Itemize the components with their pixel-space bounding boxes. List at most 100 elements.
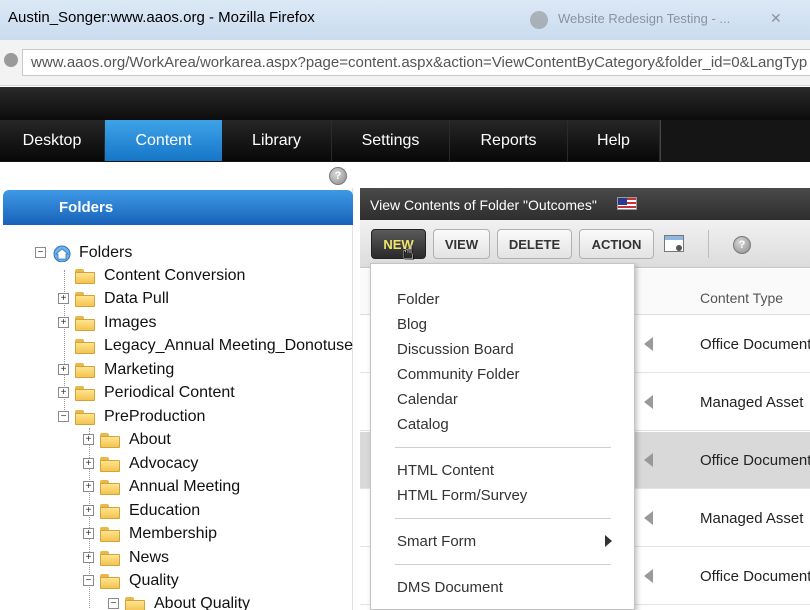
tree-item-label: Images xyxy=(104,314,157,331)
folder-icon xyxy=(100,433,120,448)
row-arrow-icon[interactable] xyxy=(644,337,653,351)
us-flag-icon xyxy=(617,197,637,210)
collapse-icon[interactable]: − xyxy=(83,575,94,586)
expand-icon[interactable]: + xyxy=(83,434,94,445)
tree-item-advocacy[interactable]: + Advocacy xyxy=(83,455,348,475)
row-content-type: Office Document xyxy=(700,452,810,469)
row-arrow-icon[interactable] xyxy=(644,395,653,409)
tab-favicon-icon xyxy=(530,11,548,29)
row-arrow-icon[interactable] xyxy=(644,453,653,467)
background-browser-tab[interactable]: Website Redesign Testing - ... ✕ xyxy=(530,10,810,32)
action-button-label: ACTION xyxy=(591,236,642,252)
address-bar: www.aaos.org/WorkArea/workarea.aspx?page… xyxy=(0,40,810,86)
folder-icon xyxy=(75,316,95,331)
menu-item-calendar[interactable]: Calendar xyxy=(397,391,458,408)
site-identity-icon[interactable] xyxy=(4,53,18,67)
folder-icon xyxy=(75,386,95,401)
view-button-label: VIEW xyxy=(444,236,479,252)
tree-item-preproduction[interactable]: − PreProduction xyxy=(58,408,348,428)
tree-item-label: Legacy_Annual Meeting_Donotuse xyxy=(104,337,353,354)
expand-icon[interactable]: + xyxy=(58,387,69,398)
close-tab-icon[interactable]: ✕ xyxy=(770,10,782,27)
tree-item-label: Education xyxy=(129,502,201,519)
tree-item-label: PreProduction xyxy=(104,408,206,425)
expand-icon[interactable]: + xyxy=(83,552,94,563)
tree-item-annual-meeting[interactable]: + Annual Meeting xyxy=(83,478,348,498)
expand-icon[interactable]: + xyxy=(58,293,69,304)
home-folder-icon xyxy=(53,245,71,262)
tree-item-content-conversion[interactable]: Content Conversion xyxy=(58,267,348,287)
tab-desktop[interactable]: Desktop xyxy=(0,120,105,161)
expand-icon[interactable]: + xyxy=(83,481,94,492)
tree-item-membership[interactable]: + Membership xyxy=(83,525,348,545)
tab-settings[interactable]: Settings xyxy=(332,120,450,161)
menu-item-html-form-survey[interactable]: HTML Form/Survey xyxy=(397,487,527,504)
menu-item-smart-form[interactable]: Smart Form xyxy=(397,533,476,550)
action-button[interactable]: ACTION xyxy=(579,229,654,259)
menu-item-catalog[interactable]: Catalog xyxy=(397,416,449,433)
row-arrow-icon[interactable] xyxy=(644,569,653,583)
tab-help-label: Help xyxy=(597,131,630,149)
tree-item-education[interactable]: + Education xyxy=(83,502,348,522)
menu-item-discussion-board[interactable]: Discussion Board xyxy=(397,341,514,358)
folder-icon xyxy=(75,339,95,354)
row-content-type: Office Document xyxy=(700,336,810,353)
tree-item-legacy-annual-meeting[interactable]: Legacy_Annual Meeting_Donotuse xyxy=(58,337,353,357)
folder-icon xyxy=(100,504,120,519)
menu-item-community-folder[interactable]: Community Folder xyxy=(397,366,520,383)
expand-icon[interactable]: + xyxy=(83,458,94,469)
tree-item-about[interactable]: + About xyxy=(83,431,348,451)
tree-item-news[interactable]: + News xyxy=(83,549,348,569)
tab-library[interactable]: Library xyxy=(222,120,332,161)
tree-item-marketing[interactable]: + Marketing xyxy=(58,361,348,381)
folder-icon xyxy=(75,269,95,284)
tree-root-folders[interactable]: − Folders xyxy=(35,244,235,264)
menu-item-blog[interactable]: Blog xyxy=(397,316,427,333)
help-icon[interactable]: ? xyxy=(329,167,347,185)
topnav-header-strip xyxy=(0,87,810,120)
tree-item-label: Content Conversion xyxy=(104,267,246,284)
expand-icon[interactable]: + xyxy=(58,364,69,375)
tree-item-data-pull[interactable]: + Data Pull xyxy=(58,290,348,310)
expand-icon[interactable]: + xyxy=(83,528,94,539)
collapse-icon[interactable]: − xyxy=(35,247,46,258)
new-button[interactable]: NEW xyxy=(371,229,426,259)
tab-content[interactable]: Content xyxy=(105,120,222,161)
window-titlebar: Austin_Songer:www.aaos.org - Mozilla Fir… xyxy=(0,0,810,40)
tab-help[interactable]: Help xyxy=(568,120,660,161)
collapse-icon[interactable]: − xyxy=(108,598,119,609)
tree-root-label: Folders xyxy=(79,244,133,261)
folder-icon xyxy=(100,480,120,495)
tab-settings-label: Settings xyxy=(361,131,420,149)
delete-button[interactable]: DELETE xyxy=(497,229,572,259)
tab-content-label: Content xyxy=(135,131,192,149)
tree-item-label: Quality xyxy=(129,572,179,589)
url-input[interactable]: www.aaos.org/WorkArea/workarea.aspx?page… xyxy=(22,49,810,76)
tree-item-about-quality[interactable]: − About Quality xyxy=(108,595,348,610)
row-content-type: Managed Asset xyxy=(700,510,804,527)
content-view-title: View Contents of Folder "Outcomes" xyxy=(370,197,597,213)
collapse-icon[interactable]: − xyxy=(58,411,69,422)
tree-item-quality[interactable]: − Quality xyxy=(83,572,348,592)
topnav-end-divider xyxy=(660,120,661,161)
tab-desktop-label: Desktop xyxy=(22,131,82,149)
menu-item-folder[interactable]: Folder xyxy=(397,291,440,308)
tree-item-label: Marketing xyxy=(104,361,175,378)
menu-item-dms-document[interactable]: DMS Document xyxy=(397,579,503,596)
tab-reports[interactable]: Reports xyxy=(450,120,568,161)
folder-icon xyxy=(75,363,95,378)
column-content-type[interactable]: Content Type xyxy=(700,290,783,306)
expand-icon[interactable]: + xyxy=(58,317,69,328)
view-button[interactable]: VIEW xyxy=(433,229,490,259)
folder-icon xyxy=(100,551,120,566)
expand-icon[interactable]: + xyxy=(83,505,94,516)
row-arrow-icon[interactable] xyxy=(644,511,653,525)
tab-library-label: Library xyxy=(252,131,301,149)
tree-item-images[interactable]: + Images xyxy=(58,314,348,334)
tab-reports-label: Reports xyxy=(480,131,537,149)
window-title: Austin_Songer:www.aaos.org - Mozilla Fir… xyxy=(8,9,315,26)
toolbar-help-icon[interactable]: ? xyxy=(733,236,751,254)
window-options-icon[interactable] xyxy=(664,235,684,252)
tree-item-periodical-content[interactable]: + Periodical Content xyxy=(58,384,348,404)
menu-item-html-content[interactable]: HTML Content xyxy=(397,462,494,479)
